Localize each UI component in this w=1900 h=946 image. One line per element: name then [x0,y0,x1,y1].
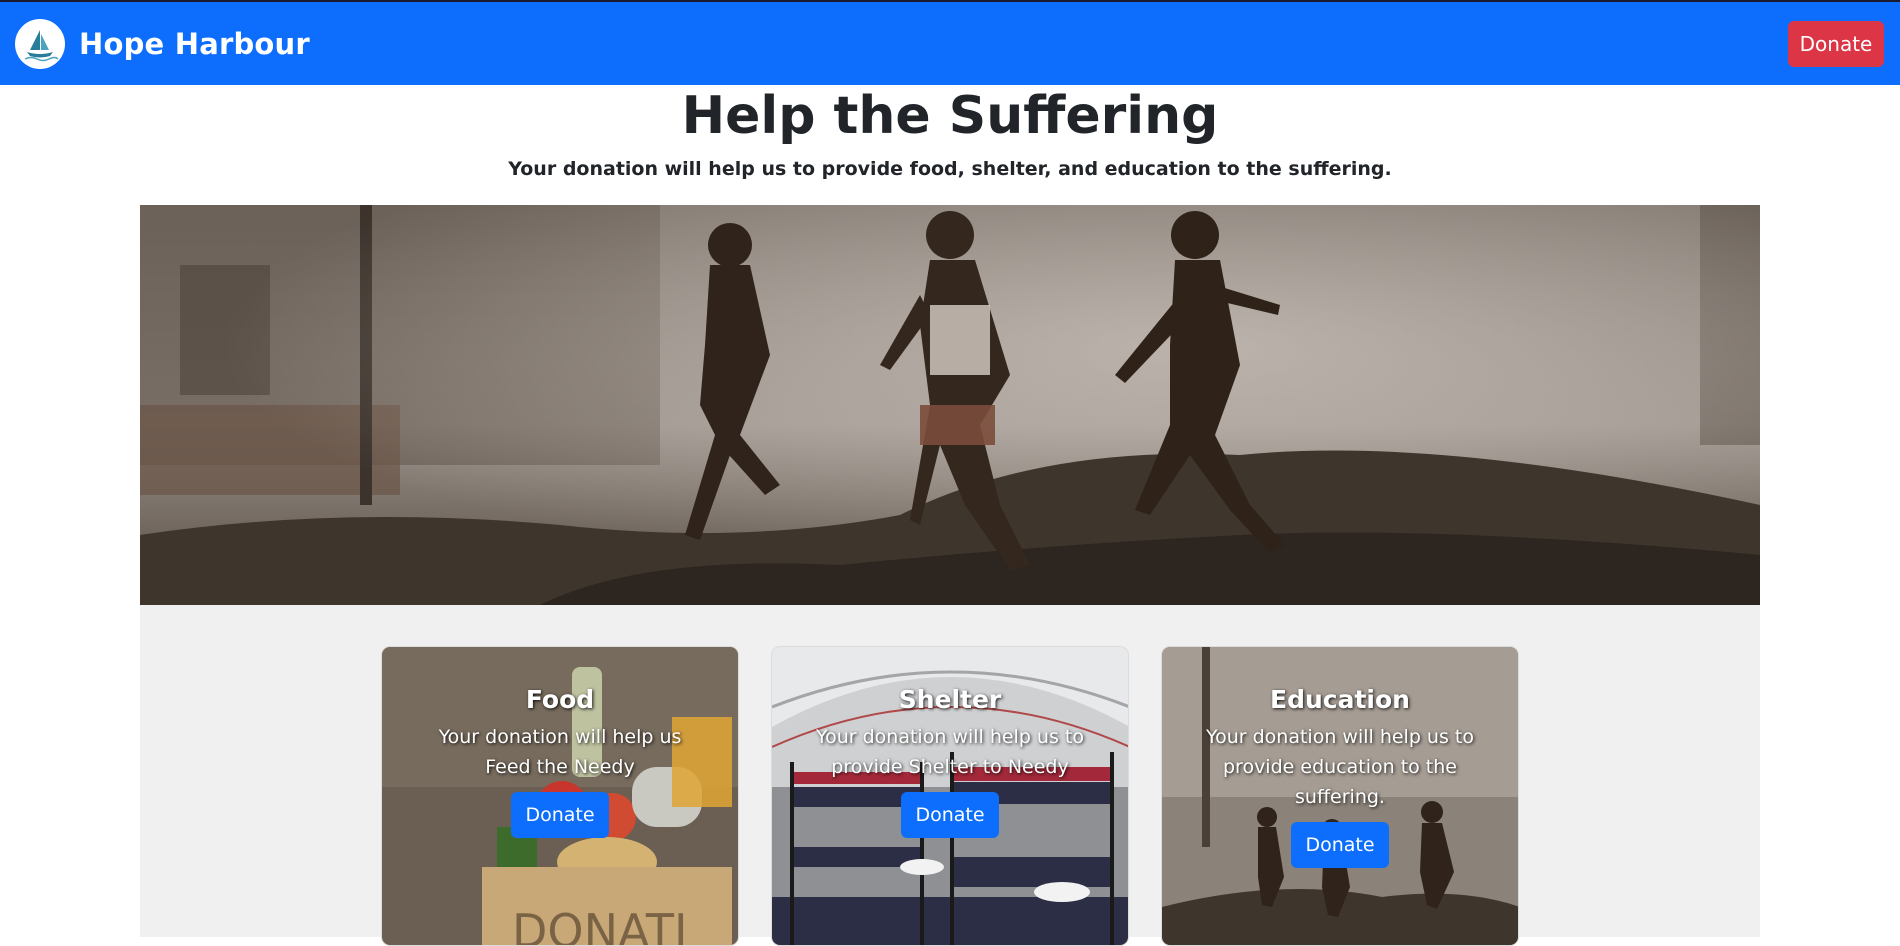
food-card-text: Your donation will help us Feed the Need… [438,726,682,778]
brand-name: Hope Harbour [79,26,310,61]
food-card: DONATI Food Your donation will help us F… [381,646,739,946]
food-donate-button[interactable]: Donate [511,792,609,838]
education-card-title: Education [1270,685,1410,714]
page-subtitle: Your donation will help us to provide fo… [508,158,1392,180]
shelter-card-text: Your donation will help us to provide Sh… [816,726,1084,778]
page-title: Help the Suffering [681,86,1219,146]
navbar: Hope Harbour Donate [0,0,1900,85]
nav-donate-button[interactable]: Donate [1788,20,1884,67]
svg-text:DONATI: DONATI [512,904,688,946]
brand-link[interactable]: Hope Harbour [15,18,310,69]
food-card-title: Food [525,685,595,714]
education-card-body: Education Your donation will help us to … [1162,647,1518,868]
shelter-donate-button[interactable]: Donate [901,792,999,838]
shelter-card-title: Shelter [898,685,1002,714]
shelter-card: Shelter Your donation will help us to pr… [771,646,1129,946]
education-card: Education Your donation will help us to … [1161,646,1519,946]
shelter-card-body: Shelter Your donation will help us to pr… [772,647,1128,838]
sailboat-logo-icon [15,18,65,69]
hero-image [140,205,1760,605]
food-card-body: Food Your donation will help us Feed the… [382,647,738,838]
education-donate-button[interactable]: Donate [1291,822,1389,868]
education-card-text: Your donation will help us to provide ed… [1206,726,1474,808]
